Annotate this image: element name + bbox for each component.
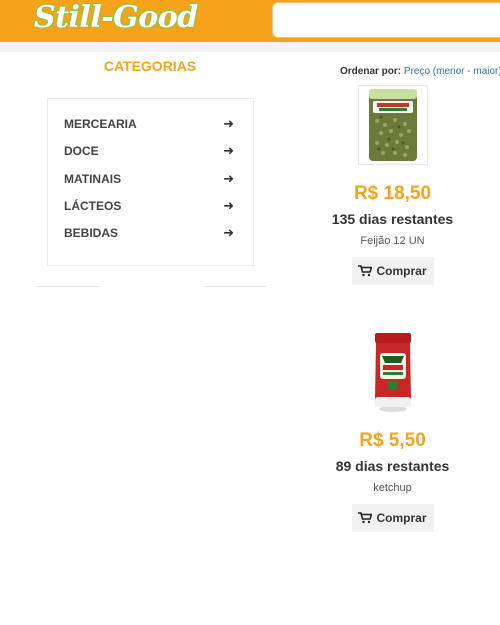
sort-select[interactable]: Preço (menor - maior) | M <box>404 66 500 77</box>
search-input[interactable] <box>272 2 500 38</box>
sub-header-bar <box>0 42 500 52</box>
category-label: LÁCTEOS <box>64 199 122 213</box>
product-price: R$ 18,50 <box>353 183 432 204</box>
categories-panel: MERCEARIA ➜ DOCE ➜ MATINAIS ➜ LÁCTEOS ➜ … <box>47 98 254 266</box>
sort-control: Ordenar por: Preço (menor - maior) | M <box>340 66 500 77</box>
category-item-mercearia[interactable]: MERCEARIA ➜ <box>64 114 234 134</box>
category-item-lacteos[interactable]: LÁCTEOS ➜ <box>64 196 234 216</box>
category-label: MERCEARIA <box>64 117 137 131</box>
arrow-right-icon: ➜ <box>223 171 234 186</box>
arrow-right-icon: ➜ <box>223 143 234 158</box>
product-name: Feijão 12 UN <box>360 235 425 247</box>
product-card: R$ 5,50 89 dias restantes ketchup Compra… <box>320 332 465 532</box>
product-price: R$ 5,50 <box>359 430 426 451</box>
divider-right <box>204 286 266 287</box>
sort-label: Ordenar por: <box>340 66 402 77</box>
top-header: Still-Good <box>0 0 500 42</box>
categories-title: CATEGORIAS <box>103 58 197 74</box>
product-name: ketchup <box>373 482 412 494</box>
still-good-logo[interactable]: Still-Good <box>34 0 198 36</box>
category-item-doce[interactable]: DOCE ➜ <box>64 141 234 161</box>
category-item-bebidas[interactable]: BEBIDAS ➜ <box>64 223 234 243</box>
category-item-matinais[interactable]: MATINAIS ➜ <box>64 169 234 189</box>
ketchup-bottle-image[interactable] <box>357 332 428 412</box>
category-label: MATINAIS <box>64 172 122 186</box>
category-label: BEBIDAS <box>64 226 119 240</box>
cart-icon <box>358 512 373 524</box>
product-card: R$ 18,50 135 dias restantes Feijão 12 UN… <box>320 85 465 285</box>
arrow-right-icon: ➜ <box>223 198 234 213</box>
category-label: DOCE <box>64 144 99 158</box>
arrow-right-icon: ➜ <box>223 225 234 240</box>
buy-button[interactable]: Comprar <box>351 504 434 532</box>
divider-left <box>36 286 100 287</box>
buy-button[interactable]: Comprar <box>351 257 434 285</box>
arrow-right-icon: ➜ <box>223 116 234 131</box>
product-days-remaining: 89 dias restantes <box>335 458 450 474</box>
product-days-remaining: 135 dias restantes <box>331 211 454 227</box>
cart-icon <box>358 265 373 277</box>
buy-button-label: Comprar <box>376 264 427 278</box>
buy-button-label: Comprar <box>376 511 427 525</box>
feijao-bag-image[interactable] <box>357 85 428 165</box>
